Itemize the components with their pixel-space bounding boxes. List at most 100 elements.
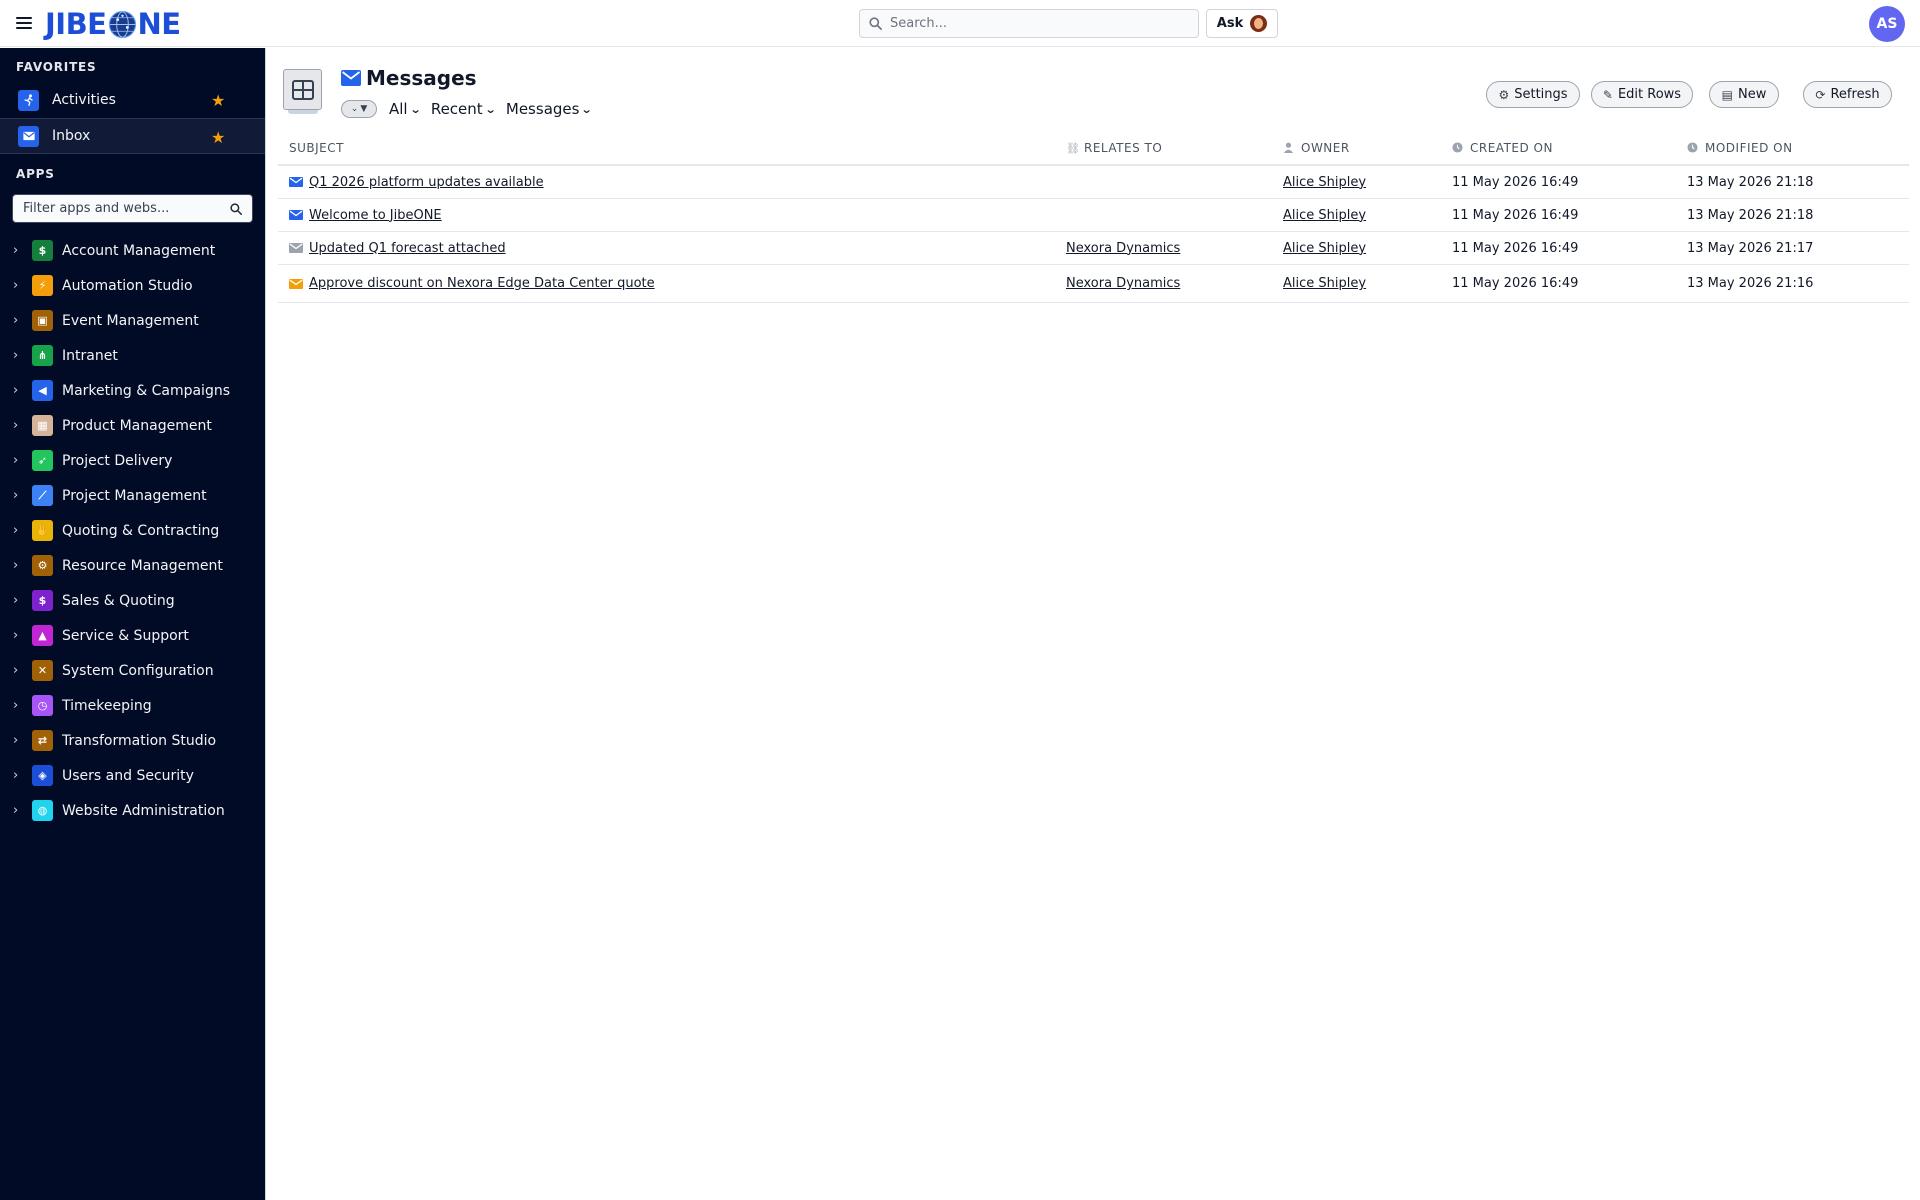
chevron-right-icon[interactable]: › bbox=[13, 593, 23, 608]
created-on-cell-text: 11 May 2026 16:49 bbox=[1452, 240, 1579, 256]
bolt-icon: ⚡ bbox=[32, 275, 53, 296]
chevron-right-icon[interactable]: › bbox=[13, 453, 23, 468]
subject-cell-text[interactable]: Welcome to JibeONE bbox=[309, 208, 442, 223]
column-header-modified-on[interactable]: MODIFIED ON bbox=[1687, 141, 1793, 155]
chevron-right-icon[interactable]: › bbox=[13, 733, 23, 748]
global-search[interactable] bbox=[859, 9, 1199, 38]
jibeone-logo[interactable]: JIBE NE bbox=[45, 7, 181, 41]
owner-cell-text[interactable]: Alice Shipley bbox=[1283, 175, 1366, 190]
sidebar-app-sales-quoting[interactable]: › $ Sales & Quoting bbox=[0, 583, 265, 618]
ask-button[interactable]: Ask bbox=[1206, 9, 1278, 38]
view-switcher-button[interactable] bbox=[283, 69, 322, 114]
sidebar-app-intranet[interactable]: › ⋔ Intranet bbox=[0, 338, 265, 373]
favorite-item-inbox[interactable]: Inbox ★ bbox=[0, 118, 265, 154]
scope-dropdown[interactable]: All ⌄ bbox=[389, 100, 421, 118]
owner-cell-text[interactable]: Alice Shipley bbox=[1283, 208, 1366, 223]
sort-dropdown[interactable]: Recent ⌄ bbox=[431, 100, 496, 118]
created-on-cell: 11 May 2026 16:49 bbox=[1452, 208, 1578, 223]
chevron-right-icon[interactable]: › bbox=[13, 628, 23, 643]
table-row[interactable]: Updated Q1 forecast attached Nexora Dynam… bbox=[278, 232, 1909, 265]
owner-cell-text[interactable]: Alice Shipley bbox=[1283, 241, 1366, 256]
table-row[interactable]: Welcome to JibeONE Alice Shipley 11 May 20… bbox=[278, 199, 1909, 232]
sidebar-app-project-delivery[interactable]: › ➶ Project Delivery bbox=[0, 443, 265, 478]
table-row[interactable]: Q1 2026 platform updates available Alice … bbox=[278, 166, 1909, 199]
sidebar-app-project-management[interactable]: › ⟋ Project Management bbox=[0, 478, 265, 513]
filter-toggle[interactable]: ⌄ ▼ bbox=[341, 100, 377, 118]
column-header-owner[interactable]: OWNER bbox=[1283, 141, 1350, 155]
link-icon: ⛓ bbox=[1066, 142, 1081, 155]
gear-icon: ⚙ bbox=[1498, 87, 1510, 102]
user-initials: AS bbox=[1876, 16, 1898, 32]
sidebar-app-transformation-studio[interactable]: › ⇄ Transformation Studio bbox=[0, 723, 265, 758]
chevron-right-icon[interactable]: › bbox=[13, 558, 23, 573]
sidebar-app-website-administration[interactable]: › ◍ Website Administration bbox=[0, 793, 265, 828]
clock-icon bbox=[1687, 142, 1699, 154]
sidebar-app-timekeeping[interactable]: › ◷ Timekeeping bbox=[0, 688, 265, 723]
owner-cell[interactable]: Alice Shipley bbox=[1283, 208, 1366, 223]
sidebar-app-resource-management[interactable]: › ⚙ Resource Management bbox=[0, 548, 265, 583]
subject-cell-text[interactable]: Approve discount on Nexora Edge Data Cen… bbox=[309, 276, 655, 291]
chevron-right-icon[interactable]: › bbox=[13, 243, 23, 258]
refresh-button[interactable]: ⟳ Refresh bbox=[1803, 81, 1892, 108]
subject-cell-text[interactable]: Q1 2026 platform updates available bbox=[309, 175, 544, 190]
search-input[interactable] bbox=[890, 16, 1180, 31]
user-avatar[interactable]: AS bbox=[1869, 6, 1905, 42]
subject-cell-text[interactable]: Updated Q1 forecast attached bbox=[309, 241, 506, 256]
modified-on-cell: 13 May 2026 21:18 bbox=[1687, 208, 1813, 223]
relates-to-cell[interactable]: Nexora Dynamics bbox=[1066, 276, 1180, 291]
settings-button[interactable]: ⚙ Settings bbox=[1486, 81, 1580, 108]
owner-cell[interactable]: Alice Shipley bbox=[1283, 276, 1366, 291]
favorite-item-activities[interactable]: Activities ★ bbox=[0, 82, 265, 118]
subject-cell[interactable]: Q1 2026 platform updates available bbox=[289, 175, 544, 190]
sidebar-app-event-management[interactable]: › ▣ Event Management bbox=[0, 303, 265, 338]
table-row[interactable]: Approve discount on Nexora Edge Data Cen… bbox=[278, 265, 1909, 303]
view-dropdown[interactable]: Messages ⌄ bbox=[506, 100, 593, 118]
sidebar-app-automation-studio[interactable]: › ⚡ Automation Studio bbox=[0, 268, 265, 303]
chevron-right-icon[interactable]: › bbox=[13, 278, 23, 293]
chevron-right-icon[interactable]: › bbox=[13, 663, 23, 678]
star-icon[interactable]: ★ bbox=[211, 91, 225, 110]
sidebar-app-quoting-contracting[interactable]: › ✋ Quoting & Contracting bbox=[0, 513, 265, 548]
subject-cell[interactable]: Updated Q1 forecast attached bbox=[289, 241, 506, 256]
sidebar-app-product-management[interactable]: › ▦ Product Management bbox=[0, 408, 265, 443]
owner-cell[interactable]: Alice Shipley bbox=[1283, 241, 1366, 256]
sidebar-app-label: Service & Support bbox=[62, 627, 189, 644]
column-header-created-on[interactable]: CREATED ON bbox=[1452, 141, 1553, 155]
owner-cell-text[interactable]: Alice Shipley bbox=[1283, 276, 1366, 291]
column-header-subject[interactable]: SUBJECT bbox=[289, 141, 344, 155]
sidebar-app-users-and-security[interactable]: › ◈ Users and Security bbox=[0, 758, 265, 793]
sidebar-app-account-management[interactable]: › $ Account Management bbox=[0, 233, 265, 268]
hamburger-menu-icon[interactable] bbox=[16, 14, 32, 32]
refresh-icon: ⟳ bbox=[1815, 87, 1826, 102]
chevron-right-icon[interactable]: › bbox=[13, 803, 23, 818]
sidebar-app-system-configuration[interactable]: › ✕ System Configuration bbox=[0, 653, 265, 688]
chevron-right-icon[interactable]: › bbox=[13, 768, 23, 783]
subject-cell[interactable]: Welcome to JibeONE bbox=[289, 208, 442, 223]
owner-cell[interactable]: Alice Shipley bbox=[1283, 175, 1366, 190]
sidebar-app-label: Product Management bbox=[62, 417, 212, 434]
app-filter[interactable] bbox=[12, 194, 253, 223]
relates-to-cell-text[interactable]: Nexora Dynamics bbox=[1066, 241, 1180, 256]
chevron-right-icon[interactable]: › bbox=[13, 348, 23, 363]
tools-icon: ✕ bbox=[32, 660, 53, 681]
settings-label: Settings bbox=[1514, 87, 1568, 102]
star-icon[interactable]: ★ bbox=[211, 128, 225, 147]
new-button[interactable]: ▤ New bbox=[1709, 81, 1779, 108]
chevron-right-icon[interactable]: › bbox=[13, 523, 23, 538]
chevron-right-icon[interactable]: › bbox=[13, 698, 23, 713]
chevron-right-icon[interactable]: › bbox=[13, 488, 23, 503]
relates-to-cell[interactable]: Nexora Dynamics bbox=[1066, 241, 1180, 256]
favorite-label: Inbox bbox=[52, 128, 91, 144]
chevron-right-icon[interactable]: › bbox=[13, 418, 23, 433]
column-label: RELATES TO bbox=[1084, 141, 1163, 155]
sidebar-app-service-support[interactable]: › ▲ Service & Support bbox=[0, 618, 265, 653]
column-header-relates-to[interactable]: ⛓ RELATES TO bbox=[1066, 141, 1162, 155]
chevron-right-icon[interactable]: › bbox=[13, 313, 23, 328]
filter-apps-input[interactable] bbox=[23, 201, 228, 216]
chevron-right-icon[interactable]: › bbox=[13, 383, 23, 398]
edit-rows-button[interactable]: ✎ Edit Rows bbox=[1591, 81, 1693, 108]
relates-to-cell-text[interactable]: Nexora Dynamics bbox=[1066, 276, 1180, 291]
sidebar-app-label: Website Administration bbox=[62, 802, 225, 819]
sidebar-app-marketing-campaigns[interactable]: › ◀ Marketing & Campaigns bbox=[0, 373, 265, 408]
subject-cell[interactable]: Approve discount on Nexora Edge Data Cen… bbox=[289, 276, 655, 291]
